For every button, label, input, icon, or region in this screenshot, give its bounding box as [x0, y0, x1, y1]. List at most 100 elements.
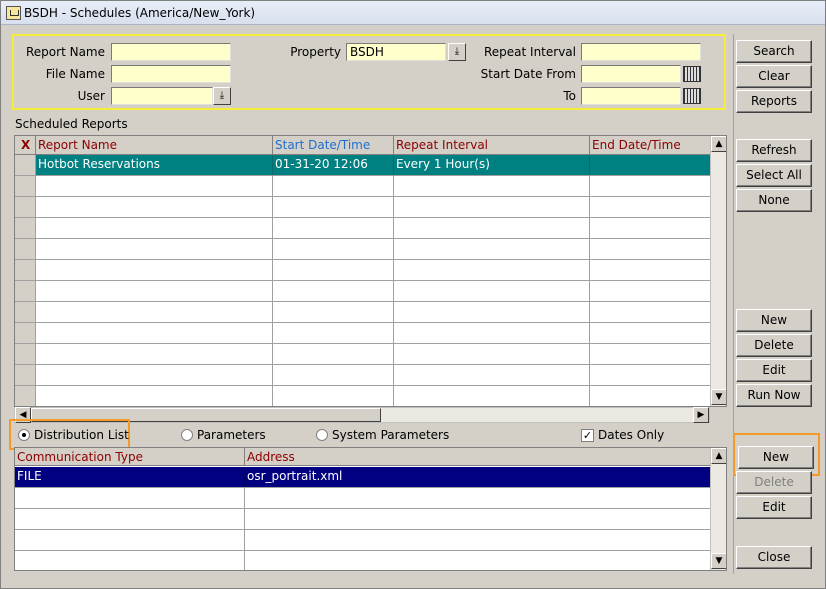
calendar-icon[interactable]: [683, 66, 701, 82]
none-button[interactable]: None: [736, 189, 812, 212]
refresh-button[interactable]: Refresh: [736, 139, 812, 162]
edit-schedule-button[interactable]: Edit: [736, 359, 812, 382]
row-header[interactable]: [15, 176, 36, 196]
empty-cell: [590, 344, 711, 364]
system-parameters-radio[interactable]: [316, 429, 328, 441]
table-row[interactable]: [15, 218, 711, 239]
vertical-scrollbar[interactable]: ▲ ▼: [710, 136, 726, 406]
new-schedule-button[interactable]: New: [736, 309, 812, 332]
empty-cell: [273, 260, 394, 280]
distribution-list-label[interactable]: Distribution List: [34, 428, 129, 442]
new-distribution-button[interactable]: New: [738, 446, 814, 469]
row-header[interactable]: [15, 302, 36, 322]
select-all-button[interactable]: Select All: [736, 164, 812, 187]
column-header-communication-type[interactable]: Communication Type: [15, 448, 245, 466]
table-row[interactable]: [15, 260, 711, 281]
search-button[interactable]: Search: [736, 40, 812, 63]
row-header[interactable]: [15, 197, 36, 217]
close-button[interactable]: Close: [736, 546, 812, 569]
to-date-label: To: [563, 89, 576, 103]
vertical-scrollbar[interactable]: ▲ ▼: [710, 448, 726, 570]
table-row[interactable]: [15, 239, 711, 260]
table-row[interactable]: [15, 530, 711, 551]
scheduled-reports-grid: X Report Name Start Date/Time Repeat Int…: [14, 135, 727, 407]
empty-cell: [273, 344, 394, 364]
system-parameters-label[interactable]: System Parameters: [332, 428, 449, 442]
empty-cell: [590, 260, 711, 280]
scroll-up-arrow-icon[interactable]: ▲: [711, 136, 726, 152]
empty-cell: [590, 218, 711, 238]
row-header[interactable]: [15, 323, 36, 343]
column-header-end-date[interactable]: End Date/Time: [590, 136, 711, 155]
dates-only-label[interactable]: Dates Only: [598, 428, 664, 442]
repeat-interval-cell: Every 1 Hour(s): [394, 155, 590, 175]
table-row[interactable]: [15, 509, 711, 530]
run-now-button[interactable]: Run Now: [736, 384, 812, 407]
parameters-radio[interactable]: [181, 429, 193, 441]
table-row[interactable]: [15, 386, 711, 406]
table-row[interactable]: [15, 197, 711, 218]
empty-cell: [36, 281, 273, 301]
column-header-start-date[interactable]: Start Date/Time: [273, 136, 394, 155]
reports-button[interactable]: Reports: [736, 90, 812, 113]
empty-cell: [15, 530, 245, 550]
empty-cell: [36, 197, 273, 217]
column-header-report-name[interactable]: Report Name: [36, 136, 273, 155]
clear-button[interactable]: Clear: [736, 65, 812, 88]
empty-cell: [15, 551, 245, 570]
calendar-icon[interactable]: [683, 88, 701, 104]
scroll-up-arrow-icon[interactable]: ▲: [711, 448, 726, 464]
row-header[interactable]: [15, 218, 36, 238]
communication-type-cell: FILE: [15, 467, 245, 487]
table-row[interactable]: FILE osr_portrait.xml: [15, 467, 711, 488]
row-header[interactable]: [15, 344, 36, 364]
distribution-list-radio[interactable]: [18, 429, 30, 441]
row-header[interactable]: [15, 281, 36, 301]
table-row[interactable]: [15, 365, 711, 386]
schedules-window: BSDH - Schedules (America/New_York) Repo…: [0, 0, 826, 589]
scroll-down-arrow-icon[interactable]: ▼: [711, 389, 726, 405]
dates-only-checkbox[interactable]: ✓: [581, 429, 594, 442]
empty-cell: [273, 281, 394, 301]
column-header-select[interactable]: X: [15, 136, 36, 155]
parameters-label[interactable]: Parameters: [197, 428, 266, 442]
property-label: Property: [290, 45, 341, 59]
distribution-list-grid: Communication Type Address FILE osr_port…: [14, 447, 727, 571]
empty-cell: [394, 323, 590, 343]
empty-cell: [394, 176, 590, 196]
empty-cell: [590, 365, 711, 385]
repeat-interval-field[interactable]: [581, 43, 701, 61]
property-dropdown-button[interactable]: ⤓: [448, 43, 466, 61]
edit-distribution-button[interactable]: Edit: [736, 496, 812, 519]
table-row[interactable]: [15, 323, 711, 344]
start-date-from-field[interactable]: [581, 65, 681, 83]
row-header[interactable]: [15, 239, 36, 259]
table-row[interactable]: Hotbot Reservations 01-31-20 12:06 Every…: [15, 155, 711, 176]
table-row[interactable]: [15, 302, 711, 323]
file-name-label: File Name: [45, 67, 105, 81]
app-icon: [6, 6, 21, 20]
user-dropdown-button[interactable]: ⤓: [213, 87, 231, 105]
row-header[interactable]: [15, 386, 36, 406]
empty-cell: [36, 176, 273, 196]
scroll-down-arrow-icon[interactable]: ▼: [711, 553, 726, 569]
table-row[interactable]: [15, 281, 711, 302]
delete-schedule-button[interactable]: Delete: [736, 334, 812, 357]
empty-cell: [273, 239, 394, 259]
table-row[interactable]: [15, 176, 711, 197]
table-row[interactable]: [15, 551, 711, 570]
scroll-right-arrow-icon[interactable]: ▶: [693, 407, 709, 423]
file-name-field[interactable]: [111, 65, 231, 83]
column-header-repeat-interval[interactable]: Repeat Interval: [394, 136, 590, 155]
table-row[interactable]: [15, 488, 711, 509]
user-field[interactable]: [111, 87, 213, 105]
table-row[interactable]: [15, 344, 711, 365]
row-header[interactable]: [15, 365, 36, 385]
row-header[interactable]: [15, 260, 36, 280]
to-date-field[interactable]: [581, 87, 681, 105]
row-header[interactable]: [15, 155, 36, 175]
empty-cell: [36, 386, 273, 406]
report-name-field[interactable]: [111, 43, 231, 61]
column-header-address[interactable]: Address: [245, 448, 711, 466]
property-field[interactable]: BSDH: [346, 43, 446, 61]
